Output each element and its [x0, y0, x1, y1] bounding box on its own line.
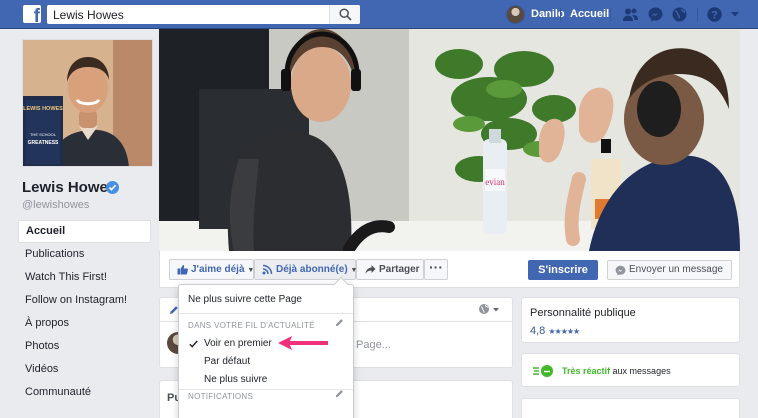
page-category[interactable]: Personnalité publique: [530, 307, 636, 319]
notifications-section-label: NOTIFICATIONS: [188, 392, 254, 401]
see-first-item[interactable]: Voir en premier: [204, 338, 272, 349]
divider: [610, 8, 611, 21]
page-rating[interactable]: 4,8 ★★★★★: [530, 325, 580, 337]
svg-text:?: ?: [711, 10, 718, 22]
responsiveness-strong: Très réactif: [562, 366, 611, 376]
following-button-label: Déjà abonné(e): [276, 264, 348, 275]
book-title-line: LEWIS HOWES: [23, 106, 63, 112]
messenger-icon[interactable]: [647, 6, 664, 23]
nav-item-accueil[interactable]: Accueil: [18, 220, 151, 243]
page-left-navigation: Accueil Publications Watch This First! F…: [18, 220, 151, 404]
profile-photo: LEWIS HOWES THE SCHOOL GREATNESS: [23, 40, 152, 166]
search-icon: [339, 8, 352, 21]
profile-picture[interactable]: LEWIS HOWES THE SCHOOL GREATNESS: [22, 39, 153, 167]
response-speed-icon: [533, 365, 553, 377]
default-item[interactable]: Par défaut: [204, 356, 250, 367]
page-handle[interactable]: @lewishowes: [22, 199, 89, 211]
nav-item-watch-this-first[interactable]: Watch This First!: [18, 266, 151, 289]
pencil-icon[interactable]: [335, 318, 344, 327]
divider: [179, 313, 353, 314]
verified-badge-icon: [106, 181, 119, 194]
responsiveness-box: Très réactif aux messages: [521, 353, 740, 387]
composer-placeholder: Page...: [356, 339, 391, 351]
responsiveness-rest: aux messages: [612, 366, 671, 376]
top-navigation-bar: f Danilo Accueil ?: [0, 0, 758, 29]
friends-icon[interactable]: [622, 6, 639, 23]
sidebar-box: [521, 398, 740, 418]
stop-following-item[interactable]: Ne plus suivre: [204, 374, 267, 385]
nav-item-communaute[interactable]: Communauté: [18, 381, 151, 404]
nav-item-videos[interactable]: Vidéos: [18, 358, 151, 381]
thumbs-up-icon: [177, 265, 188, 275]
globe-notifications-icon[interactable]: [671, 6, 688, 23]
search-box: [47, 5, 360, 24]
nav-item-publications[interactable]: Publications: [18, 243, 151, 266]
home-link[interactable]: Accueil: [570, 8, 609, 20]
nav-item-a-propos[interactable]: À propos: [18, 312, 151, 335]
page-category-box: Personnalité publique 4,8 ★★★★★: [521, 297, 740, 343]
pencil-icon[interactable]: [335, 389, 344, 398]
search-input[interactable]: [47, 5, 329, 24]
share-button[interactable]: Partager: [356, 259, 424, 280]
cover-photo[interactable]: evian: [159, 29, 740, 251]
responsiveness-text: Très réactif aux messages: [562, 366, 671, 376]
share-arrow-icon: [365, 265, 376, 274]
share-button-label: Partager: [379, 264, 420, 275]
facebook-logo-icon[interactable]: f: [23, 5, 41, 23]
search-button[interactable]: [329, 5, 360, 24]
checkmark-icon: [189, 340, 198, 348]
unfollow-page-item[interactable]: Ne plus suivre cette Page: [188, 294, 302, 305]
book-title-line: GREATNESS: [28, 140, 59, 146]
help-icon[interactable]: ?: [706, 6, 723, 23]
nav-item-photos[interactable]: Photos: [18, 335, 151, 358]
divider: [697, 8, 698, 21]
more-icon: ···: [429, 259, 443, 275]
cover-image: evian: [159, 29, 740, 251]
like-button-label: J'aime déjà: [191, 264, 245, 275]
like-button[interactable]: J'aime déjà ▼: [169, 259, 254, 280]
rss-follow-icon: [262, 264, 273, 275]
divider: [179, 389, 353, 390]
signup-button[interactable]: S'inscrire: [528, 260, 598, 280]
messenger-icon: [615, 265, 626, 276]
news-feed-section-label: DANS VOTRE FIL D'ACTUALITÉ: [188, 321, 315, 330]
rating-value: 4,8: [530, 325, 546, 337]
caret-down-icon[interactable]: [730, 9, 740, 19]
page-title[interactable]: Lewis Howes: [22, 179, 116, 196]
more-options-button[interactable]: ···: [424, 259, 448, 280]
audience-selector-icon[interactable]: [478, 303, 500, 315]
book-title-line: THE SCHOOL: [30, 132, 57, 137]
rating-stars-icon: ★★★★★: [548, 327, 580, 336]
send-message-button[interactable]: Envoyer un message: [607, 260, 732, 280]
annotation-arrow-icon: [278, 336, 328, 350]
bottle-label: evian: [485, 177, 505, 187]
send-message-label: Envoyer un message: [629, 264, 723, 275]
nav-item-follow-instagram[interactable]: Follow on Instagram!: [18, 289, 151, 312]
user-avatar[interactable]: [506, 5, 525, 24]
divider: [560, 8, 561, 21]
